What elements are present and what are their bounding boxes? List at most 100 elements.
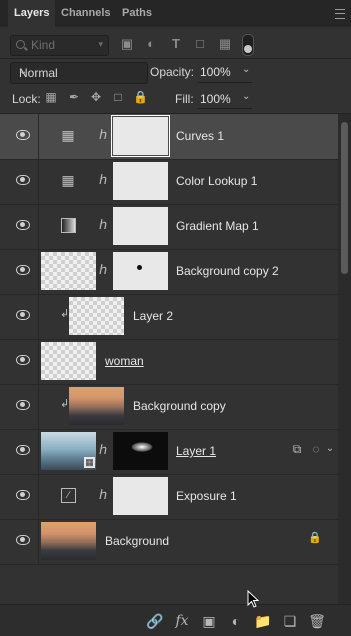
layer-row[interactable]: ↲ Layer 2 [0,294,338,340]
fx-icon[interactable]: fx [173,612,191,630]
new-layer-icon[interactable]: ❏ [281,612,299,630]
layer-name[interactable]: Color Lookup 1 [176,174,257,188]
mask-link-icon[interactable]: ℎ [99,127,107,143]
visibility-eye-icon[interactable] [16,355,30,365]
layer-name[interactable]: Layer 2 [133,309,173,323]
delete-icon[interactable]: 🗑 [308,612,326,630]
opacity-value[interactable]: 100% [200,65,231,79]
layer-thumbnail[interactable] [41,342,96,380]
link-layers-icon[interactable]: 🔗 [146,612,164,630]
lock-position-icon[interactable]: ✥ [89,90,103,104]
filter-kind-select[interactable]: Kind ▾ [10,35,109,56]
scrollbar-thumb[interactable] [341,122,348,274]
layer-name[interactable]: Background [105,534,169,548]
layer-row[interactable]: ▦ ℎ Curves 1 [0,114,338,160]
divider [0,58,351,59]
chevron-down-icon: ⌄ [19,66,28,77]
row-divider [38,204,39,249]
layer-row[interactable]: ↲ Background copy [0,384,338,430]
visibility-eye-icon[interactable] [16,535,30,545]
row-divider [38,114,39,159]
visibility-eye-icon[interactable] [16,130,30,140]
fill-value[interactable]: 100% [200,92,231,106]
layer-row[interactable]: Background 🔒 [0,519,338,565]
layer-row[interactable]: ℎ Gradient Map 1 [0,204,338,250]
mask-link-icon[interactable]: ℎ [99,217,107,233]
tab-layers[interactable]: Layers [8,0,56,27]
clipping-mask-arrow-icon: ↲ [60,398,70,410]
tab-paths[interactable]: Paths [116,0,158,27]
row-divider [38,384,39,429]
layer-name[interactable]: woman [105,354,144,368]
layer-row[interactable]: woman [0,339,338,385]
layer-thumbnail[interactable] [41,522,96,560]
layer-mask-thumbnail[interactable] [113,477,168,515]
layer-row[interactable]: ▦ ℎ Color Lookup 1 [0,159,338,205]
layer-mask-thumbnail[interactable] [111,115,170,157]
layer-row[interactable]: ℎ Background copy 2 [0,249,338,295]
new-adjustment-icon[interactable]: ◐ [227,612,245,630]
filter-effects-icon[interactable]: ◌ [309,442,323,456]
layer-name[interactable]: Gradient Map 1 [176,219,259,233]
layer-locked-icon: 🔒 [308,532,322,544]
new-group-icon[interactable]: 📁 [254,612,272,630]
lock-artboard-icon[interactable]: □ [111,90,125,104]
layer-mask-thumbnail[interactable] [113,162,168,200]
mask-link-icon[interactable]: ℎ [99,487,107,503]
opacity-label: Opacity: [150,65,195,79]
opacity-chevron-icon[interactable]: ⌄ [242,64,250,75]
layer-name[interactable]: Background copy 2 [176,264,279,278]
mask-link-icon[interactable]: ℎ [99,442,107,458]
opacity-underline [198,82,252,83]
layers-panel: Layers Channels Paths Kind ▾ ▣ ◐ T □ ▦ N… [0,0,351,636]
mask-glow [131,442,153,452]
layer-name[interactable]: Exposure 1 [176,489,237,503]
layer-name[interactable]: Layer 1 [176,444,216,458]
layer-row[interactable]: ▦ ℎ Layer 1 ⧉ ◌ ⌄ [0,429,338,475]
search-icon [16,40,25,49]
lock-transparent-pixels-icon[interactable]: ▦ [44,90,58,104]
panel-menu-icon[interactable] [335,9,345,19]
adjustment-filter-icon[interactable]: ◐ [143,36,159,52]
row-divider [38,429,39,474]
visibility-eye-icon[interactable] [16,445,30,455]
visibility-eye-icon[interactable] [16,400,30,410]
layer-thumbnail[interactable] [69,387,124,425]
visibility-eye-icon[interactable] [16,175,30,185]
lock-image-pixels-icon[interactable]: ✒ [67,90,81,104]
layer-mask-thumbnail[interactable] [113,432,168,470]
layer-thumbnail[interactable] [69,297,124,335]
lock-all-icon[interactable]: 🔒 [133,90,148,104]
layer-mask-thumbnail[interactable] [113,252,168,290]
visibility-eye-icon[interactable] [16,220,30,230]
tab-channels[interactable]: Channels [55,0,117,27]
color-lookup-adjustment-icon: ▦ [61,172,75,188]
row-divider [38,519,39,564]
image-filter-icon[interactable]: ▣ [119,36,135,52]
layer-mask-thumbnail[interactable] [113,207,168,245]
visibility-eye-icon[interactable] [16,310,30,320]
smart-filter-icon[interactable]: ⧉ [290,442,304,456]
mask-link-icon[interactable]: ℎ [99,172,107,188]
mask-link-icon[interactable]: ℎ [99,262,107,278]
layer-row[interactable]: ∕ ℎ Exposure 1 [0,474,338,520]
row-divider [38,294,39,339]
layer-thumbnail[interactable] [41,252,96,290]
fill-underline [198,108,252,109]
smart-object-filter-icon[interactable]: ▦ [217,36,233,52]
fill-chevron-icon[interactable]: ⌄ [242,91,250,102]
filter-toggle[interactable] [242,34,254,56]
expand-chevron-icon[interactable]: ⌄ [323,442,337,456]
layer-name[interactable]: Background copy [133,399,226,413]
filter-kind-label: Kind [31,38,56,52]
visibility-eye-icon[interactable] [16,265,30,275]
layers-scrollbar[interactable] [338,114,351,604]
visibility-eye-icon[interactable] [16,490,30,500]
blend-mode-select[interactable]: Normal ⌄ [10,62,148,84]
row-divider [38,159,39,204]
layer-name[interactable]: Curves 1 [176,129,224,143]
add-mask-icon[interactable]: ▣ [200,612,218,630]
shape-filter-icon[interactable]: □ [192,36,208,52]
type-filter-icon[interactable]: T [168,36,184,52]
fill-label: Fill: [175,92,194,106]
